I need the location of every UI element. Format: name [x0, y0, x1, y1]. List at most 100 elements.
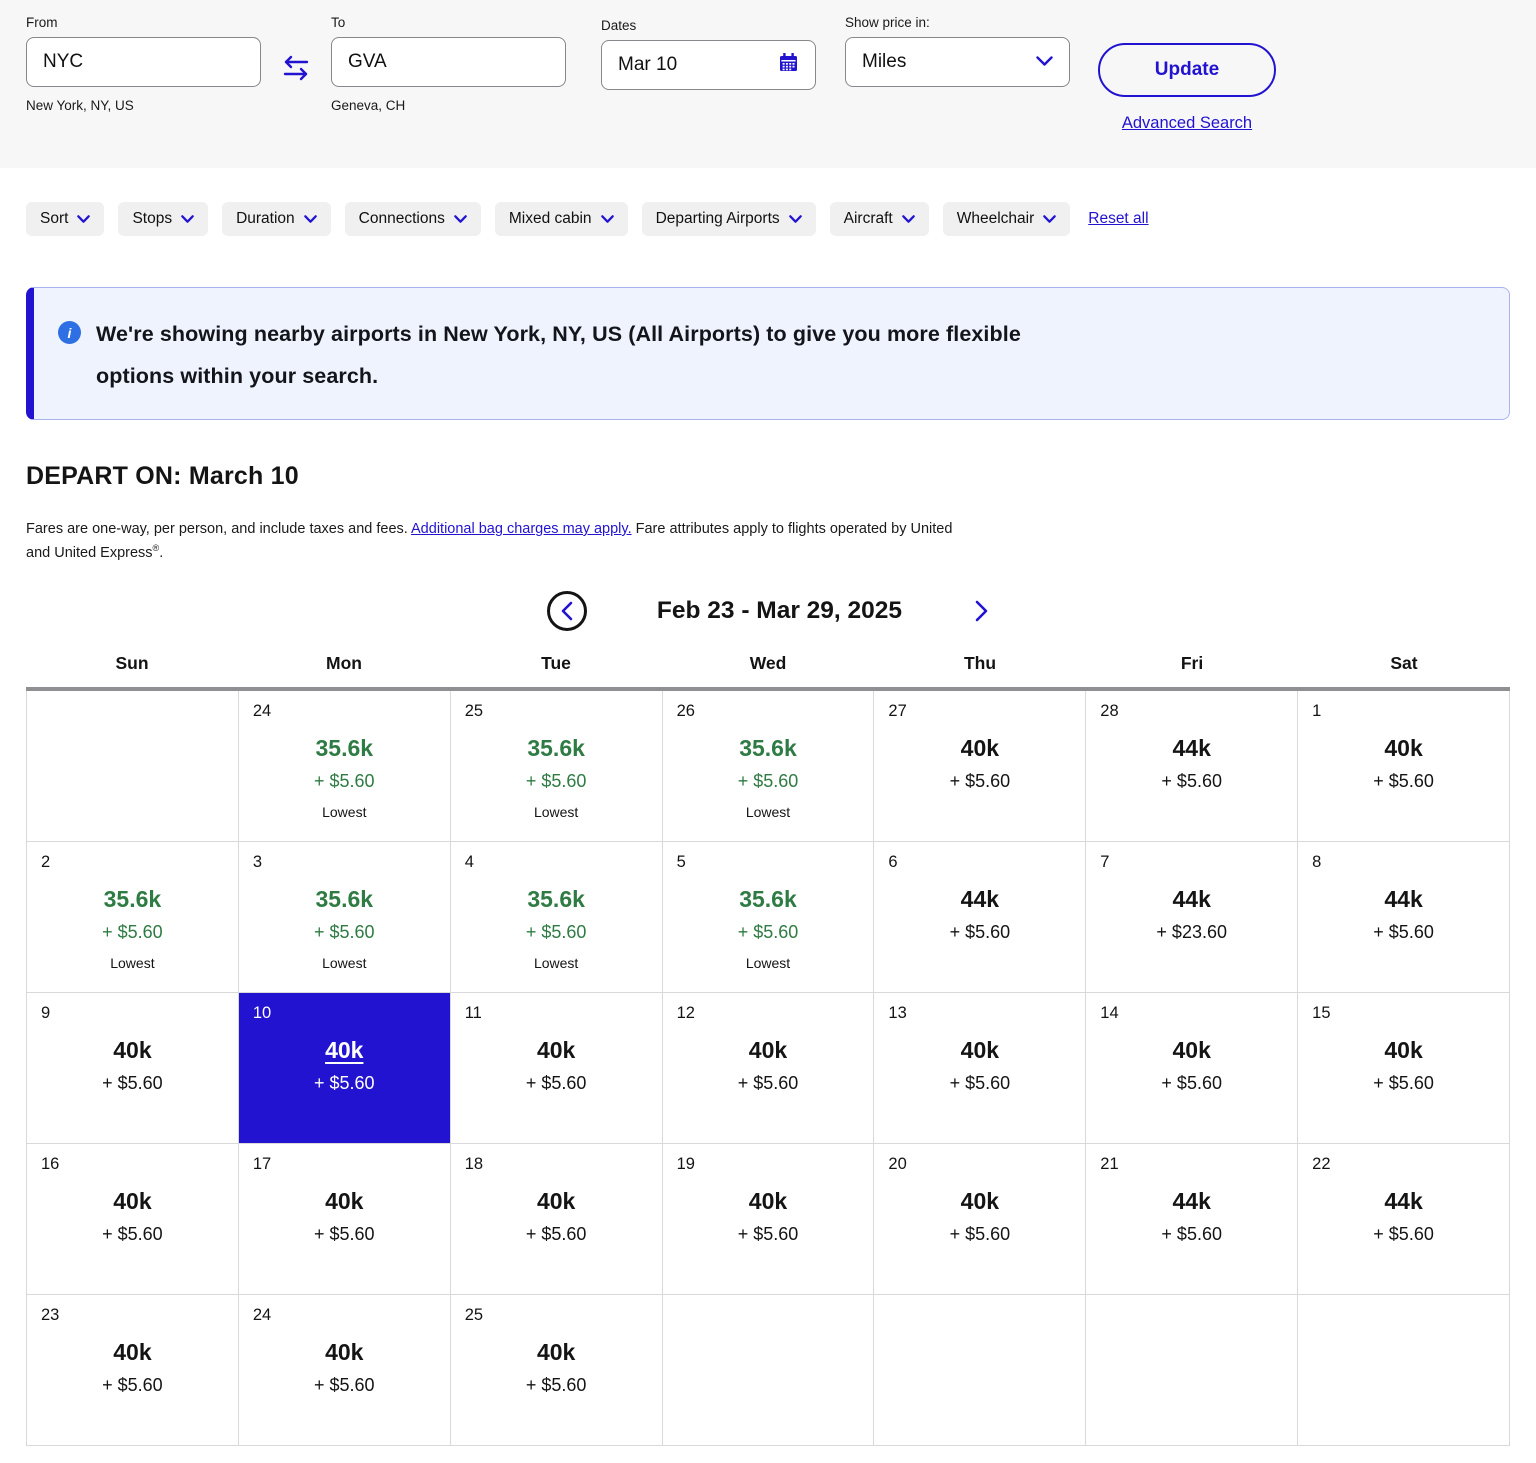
price-unit-group: Show price in: Miles	[845, 15, 1070, 87]
fare-cash: + $5.60	[737, 1223, 799, 1244]
lowest-badge: Lowest	[745, 803, 791, 820]
calendar-day-6[interactable]: 6 44k + $5.60	[874, 841, 1086, 992]
lowest-badge: Lowest	[322, 803, 367, 820]
chevron-down-icon	[181, 214, 194, 224]
fare-miles: 44k	[1172, 885, 1211, 912]
prev-weeks-button[interactable]	[546, 590, 587, 631]
filter-chip-stops[interactable]: Stops	[118, 202, 209, 236]
calendar-empty-cell	[662, 1294, 874, 1445]
disclaimer-text: Fares are one-way, per person, and inclu…	[26, 521, 412, 537]
fare-cash: + $5.60	[949, 770, 1011, 791]
update-group: Update Advanced Search	[1098, 15, 1276, 133]
calendar-day-5[interactable]: 5 35.6k + $5.60 Lowest	[662, 841, 874, 992]
dates-input[interactable]: Mar 10	[601, 40, 816, 90]
advanced-search-link[interactable]: Advanced Search	[1122, 114, 1252, 133]
filter-chip-aircraft[interactable]: Aircraft	[829, 202, 929, 236]
fare-miles: 40k	[960, 1036, 1000, 1063]
to-input[interactable]: GVA	[331, 37, 566, 87]
calendar-day-11[interactable]: 11 40k + $5.60	[450, 992, 662, 1143]
calendar-day-10-selected[interactable]: 10 40k + $5.60	[238, 992, 450, 1143]
calendar-day-23[interactable]: 23 40k + $5.60	[27, 1294, 238, 1445]
calendar-day-24[interactable]: 24 35.6k + $5.60 Lowest	[238, 690, 450, 841]
day-number: 15	[1312, 1003, 1331, 1022]
calendar-day-16[interactable]: 16 40k + $5.60	[27, 1143, 238, 1294]
filter-chip-sort[interactable]: Sort	[26, 202, 105, 236]
bag-charges-link[interactable]: Additional bag charges may apply.	[411, 521, 632, 537]
swap-airports-icon[interactable]	[281, 55, 311, 86]
calendar-day-14[interactable]: 14 40k + $5.60	[1086, 992, 1298, 1143]
from-input[interactable]: NYC	[26, 37, 261, 87]
calendar-day-21[interactable]: 21 44k + $5.60	[1086, 1143, 1298, 1294]
info-icon: i	[58, 321, 81, 344]
fare-miles: 35.6k	[527, 885, 585, 912]
price-unit-select[interactable]: Miles	[845, 37, 1070, 87]
calendar-day-4[interactable]: 4 35.6k + $5.60 Lowest	[450, 841, 662, 992]
fare-miles: 40k	[748, 1187, 788, 1214]
calendar-day-17[interactable]: 17 40k + $5.60	[238, 1143, 450, 1294]
fare-info: 40k + $5.60	[1298, 691, 1509, 792]
calendar-day-15[interactable]: 15 40k + $5.60	[1298, 992, 1509, 1143]
filter-chip-row: Sort Stops Duration Connections Mixed cabin D…	[26, 202, 1510, 236]
chevron-down-icon	[1036, 51, 1053, 73]
chevron-down-icon	[788, 214, 802, 224]
calendar-day-7[interactable]: 7 44k + $23.60	[1086, 841, 1298, 992]
day-number: 27	[888, 701, 907, 720]
filter-chip-connections[interactable]: Connections	[344, 202, 481, 236]
day-header-fri: Fri	[1180, 652, 1204, 673]
calendar-day-18[interactable]: 18 40k + $5.60	[450, 1143, 662, 1294]
fare-info: 40k + $5.60	[451, 993, 662, 1094]
calendar-day-1[interactable]: 1 40k + $5.60	[1298, 690, 1509, 841]
fare-cash: + $5.60	[737, 921, 799, 942]
filter-chip-departing-airports[interactable]: Departing Airports	[641, 202, 816, 236]
filter-chip-mixed-cabin[interactable]: Mixed cabin	[494, 202, 628, 236]
disclaimer-end: .	[159, 545, 164, 562]
update-button[interactable]: Update	[1098, 43, 1276, 97]
to-field-group: To GVA Geneva, CH	[331, 15, 566, 113]
calendar-day-27[interactable]: 27 40k + $5.60	[874, 690, 1086, 841]
fare-cash: + $5.60	[525, 1374, 587, 1395]
day-number: 25	[464, 1305, 484, 1324]
calendar-day-28[interactable]: 28 44k + $5.60	[1086, 690, 1298, 841]
fare-cash: + $5.60	[102, 921, 163, 942]
next-weeks-button[interactable]	[974, 600, 989, 622]
calendar-day-9[interactable]: 9 40k + $5.60	[27, 992, 238, 1143]
fare-cash: + $5.60	[1161, 770, 1222, 791]
fare-miles: 40k	[960, 734, 1000, 761]
lowest-badge: Lowest	[110, 954, 155, 971]
day-header-sun: Sun	[115, 652, 149, 673]
calendar-day-25[interactable]: 25 40k + $5.60	[450, 1294, 662, 1445]
calendar-icon	[778, 52, 799, 79]
search-bar: From NYC New York, NY, US To GVA Geneva,…	[0, 0, 1536, 168]
calendar-day-3[interactable]: 3 35.6k + $5.60 Lowest	[238, 841, 450, 992]
fare-cash: + $5.60	[313, 921, 375, 942]
fare-cash: + $5.60	[525, 1072, 587, 1093]
reset-all-link[interactable]: Reset all	[1088, 210, 1148, 228]
filter-chip-label: Sort	[40, 210, 69, 227]
calendar-day-13[interactable]: 13 40k + $5.60	[874, 992, 1086, 1143]
calendar-day-24[interactable]: 24 40k + $5.60	[238, 1294, 450, 1445]
day-number: 26	[676, 701, 695, 720]
day-number: 2	[41, 852, 51, 871]
fare-miles: 35.6k	[315, 885, 374, 912]
fare-miles: 35.6k	[739, 734, 797, 761]
calendar-day-20[interactable]: 20 40k + $5.60	[874, 1143, 1086, 1294]
calendar-day-22[interactable]: 22 44k + $5.60	[1298, 1143, 1509, 1294]
calendar-day-26[interactable]: 26 35.6k + $5.60 Lowest	[662, 690, 874, 841]
calendar-day-25[interactable]: 25 35.6k + $5.60 Lowest	[450, 690, 662, 841]
calendar-range-label: Feb 23 - Mar 29, 2025	[656, 596, 903, 624]
calendar-day-2[interactable]: 2 35.6k + $5.60 Lowest	[27, 841, 238, 992]
filter-chip-wheelchair[interactable]: Wheelchair	[942, 202, 1071, 236]
calendar-day-8[interactable]: 8 44k + $5.60	[1298, 841, 1509, 992]
to-helper: Geneva, CH	[331, 98, 406, 113]
day-number: 25	[464, 701, 484, 720]
filter-chip-label: Connections	[358, 210, 445, 227]
filter-chip-duration[interactable]: Duration	[222, 202, 331, 236]
fare-miles: 35.6k	[739, 885, 797, 912]
day-header-sat: Sat	[1390, 652, 1418, 673]
day-number: 4	[464, 852, 474, 871]
from-field-group: From NYC New York, NY, US	[26, 15, 261, 113]
chevron-down-icon	[454, 214, 467, 224]
calendar-day-12[interactable]: 12 40k + $5.60	[662, 992, 874, 1143]
calendar-day-19[interactable]: 19 40k + $5.60	[662, 1143, 874, 1294]
calendar-empty-cell	[1298, 1294, 1509, 1445]
